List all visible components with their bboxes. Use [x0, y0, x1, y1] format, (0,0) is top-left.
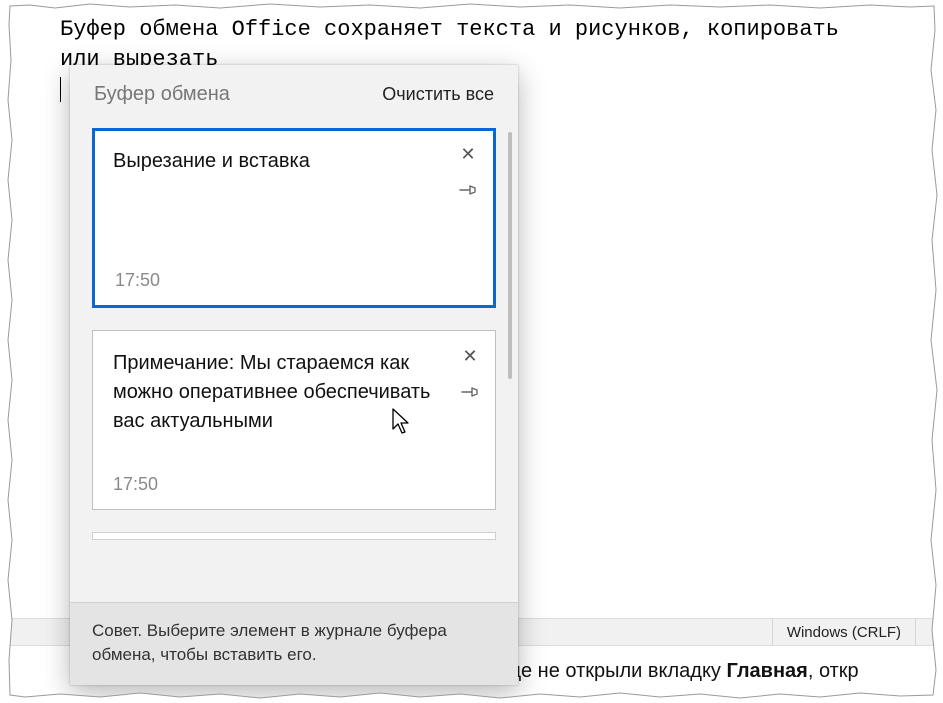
status-line-ending-label: Windows (CRLF) — [787, 624, 901, 641]
clipboard-item[interactable]: Примечание: Мы стараемся как можно опера… — [92, 330, 496, 510]
status-bar-right-edge — [915, 619, 927, 645]
clipboard-item-time: 17:50 — [113, 474, 158, 495]
clipboard-item-pin-button[interactable] — [457, 181, 479, 203]
clipboard-header: Буфер обмена Очистить все — [70, 65, 518, 128]
clipboard-item-peek[interactable] — [92, 532, 496, 540]
clipboard-title: Буфер обмена — [94, 83, 230, 106]
clipboard-item-delete-button[interactable]: ✕ — [457, 143, 479, 165]
clipboard-items-list: Вырезание и вставка 17:50 ✕ Примечание: … — [70, 128, 518, 602]
clipboard-item-text: Вырезание и вставка — [113, 147, 441, 176]
text-caret — [60, 77, 61, 102]
clipboard-item-time: 17:50 — [115, 270, 160, 291]
clipboard-item-text: Примечание: Мы стараемся как можно опера… — [113, 349, 441, 436]
status-line-ending[interactable]: Windows (CRLF) — [772, 619, 915, 645]
bottom-text-after-bold: , откр — [808, 660, 859, 682]
pin-icon — [461, 385, 479, 403]
bottom-text-bold: Главная — [726, 660, 807, 682]
document-top-line: Буфер обмена Office сохраняет текста и р… — [60, 17, 839, 72]
close-icon: ✕ — [462, 346, 477, 367]
clipboard-item-pin-button[interactable] — [459, 383, 481, 405]
clipboard-footer-tip: Совет. Выберите элемент в журнале буфера… — [70, 602, 518, 685]
close-icon: ✕ — [460, 144, 475, 165]
clear-all-button[interactable]: Очистить все — [382, 84, 494, 105]
clipboard-tip-text: Совет. Выберите элемент в журнале буфера… — [92, 621, 447, 664]
pin-icon — [459, 183, 477, 201]
clipboard-item[interactable]: Вырезание и вставка 17:50 ✕ — [92, 128, 496, 308]
clipboard-history-popup: Буфер обмена Очистить все Вырезание и вс… — [70, 65, 518, 685]
clipboard-scrollbar[interactable] — [508, 132, 512, 379]
clipboard-item-delete-button[interactable]: ✕ — [459, 345, 481, 367]
